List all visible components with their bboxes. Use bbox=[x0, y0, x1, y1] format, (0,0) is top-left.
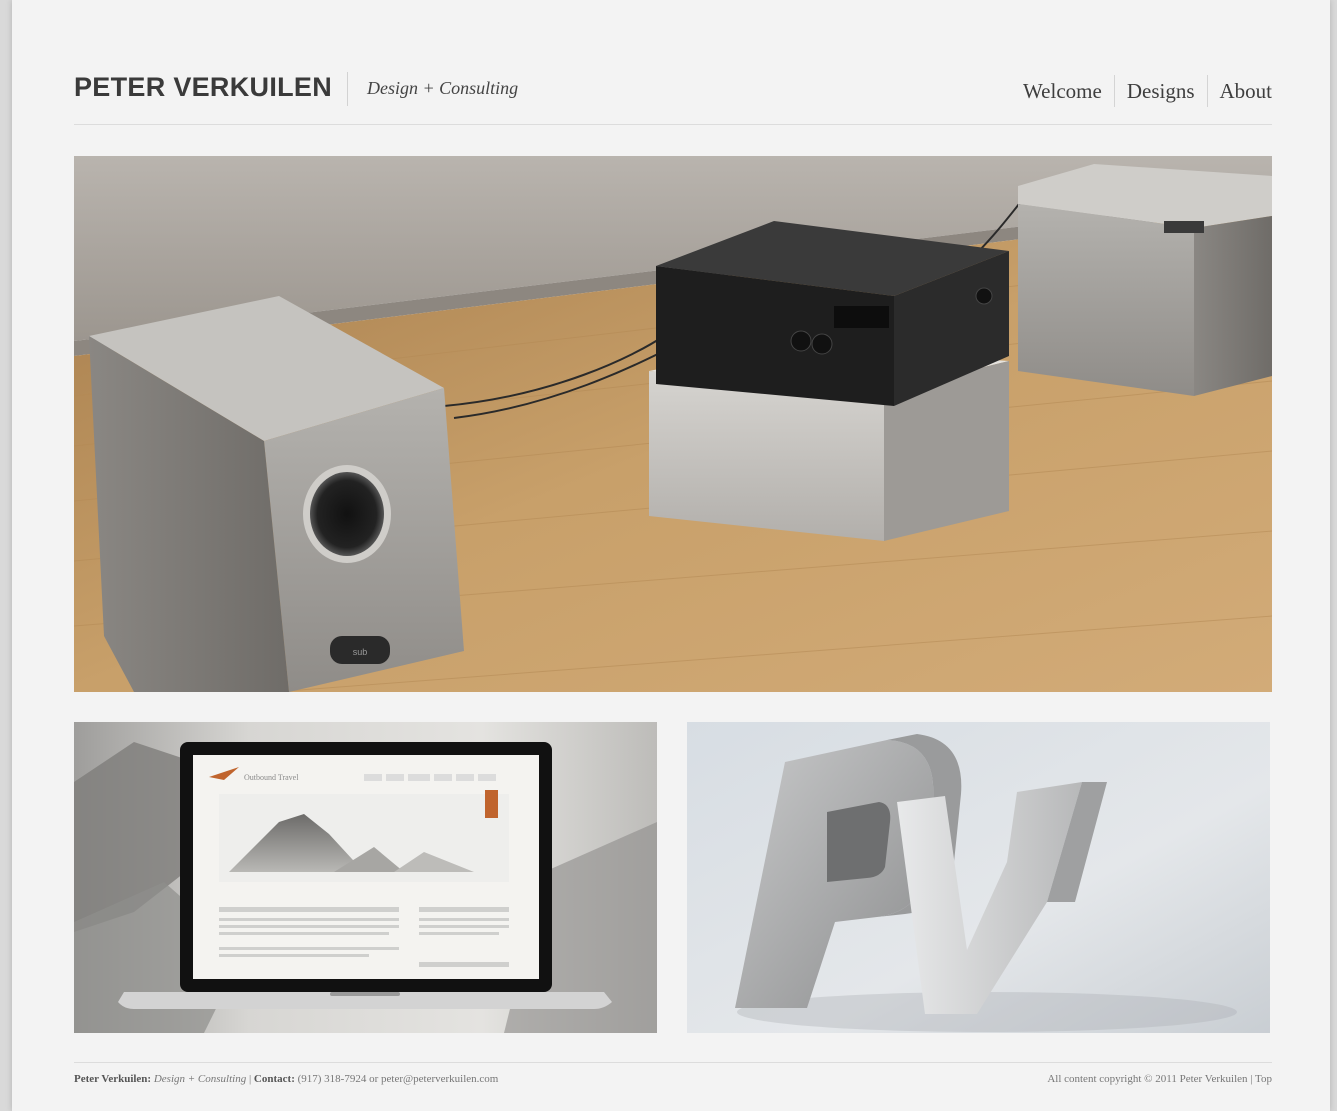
footer-copyright-area: All content copyright © 2011 Peter Verku… bbox=[1047, 1073, 1272, 1085]
svg-text:sub: sub bbox=[353, 647, 368, 657]
footer-top-link[interactable]: Top bbox=[1255, 1073, 1272, 1085]
pv-logo-thumbnail-art bbox=[687, 722, 1270, 1033]
nav-about-link[interactable]: About bbox=[1208, 79, 1273, 104]
footer-contact-info: Peter Verkuilen: Design + Consulting | C… bbox=[74, 1073, 498, 1085]
footer-tagline: Design + Consulting bbox=[153, 1073, 247, 1085]
svg-text:Outbound Travel: Outbound Travel bbox=[244, 773, 299, 782]
laptop-thumbnail-art: Outbound Travel bbox=[74, 722, 657, 1033]
site-header: PETER VERKUILEN Design + Consulting Welc… bbox=[74, 66, 1272, 125]
brand-divider bbox=[347, 72, 348, 106]
nav-designs-link[interactable]: Designs bbox=[1115, 79, 1207, 104]
main-nav: Welcome Designs About bbox=[1011, 75, 1272, 107]
footer-contact-text[interactable]: (917) 318-7924 or peter@peterverkuilen.c… bbox=[298, 1073, 499, 1085]
thumbnail-laptop-website[interactable]: Outbound Travel bbox=[74, 722, 657, 1033]
brand-tagline: Design + Consulting bbox=[367, 78, 519, 98]
brand-name[interactable]: PETER VERKUILEN bbox=[74, 72, 332, 103]
hero-image-audio-system[interactable]: sub bbox=[74, 156, 1272, 692]
footer-contact-label: Contact: bbox=[253, 1073, 295, 1085]
nav-welcome-link[interactable]: Welcome bbox=[1011, 79, 1114, 104]
footer-copyright: All content copyright © 2011 Peter Verku… bbox=[1047, 1073, 1253, 1085]
site-footer: Peter Verkuilen: Design + Consulting | C… bbox=[74, 1062, 1272, 1103]
footer-separator: | bbox=[248, 1073, 252, 1085]
page: PETER VERKUILEN Design + Consulting Welc… bbox=[12, 0, 1330, 1111]
footer-name: Peter Verkuilen: bbox=[74, 1073, 152, 1085]
thumbnail-pv-logo[interactable] bbox=[687, 722, 1270, 1033]
hero-image-art: sub bbox=[74, 156, 1272, 692]
